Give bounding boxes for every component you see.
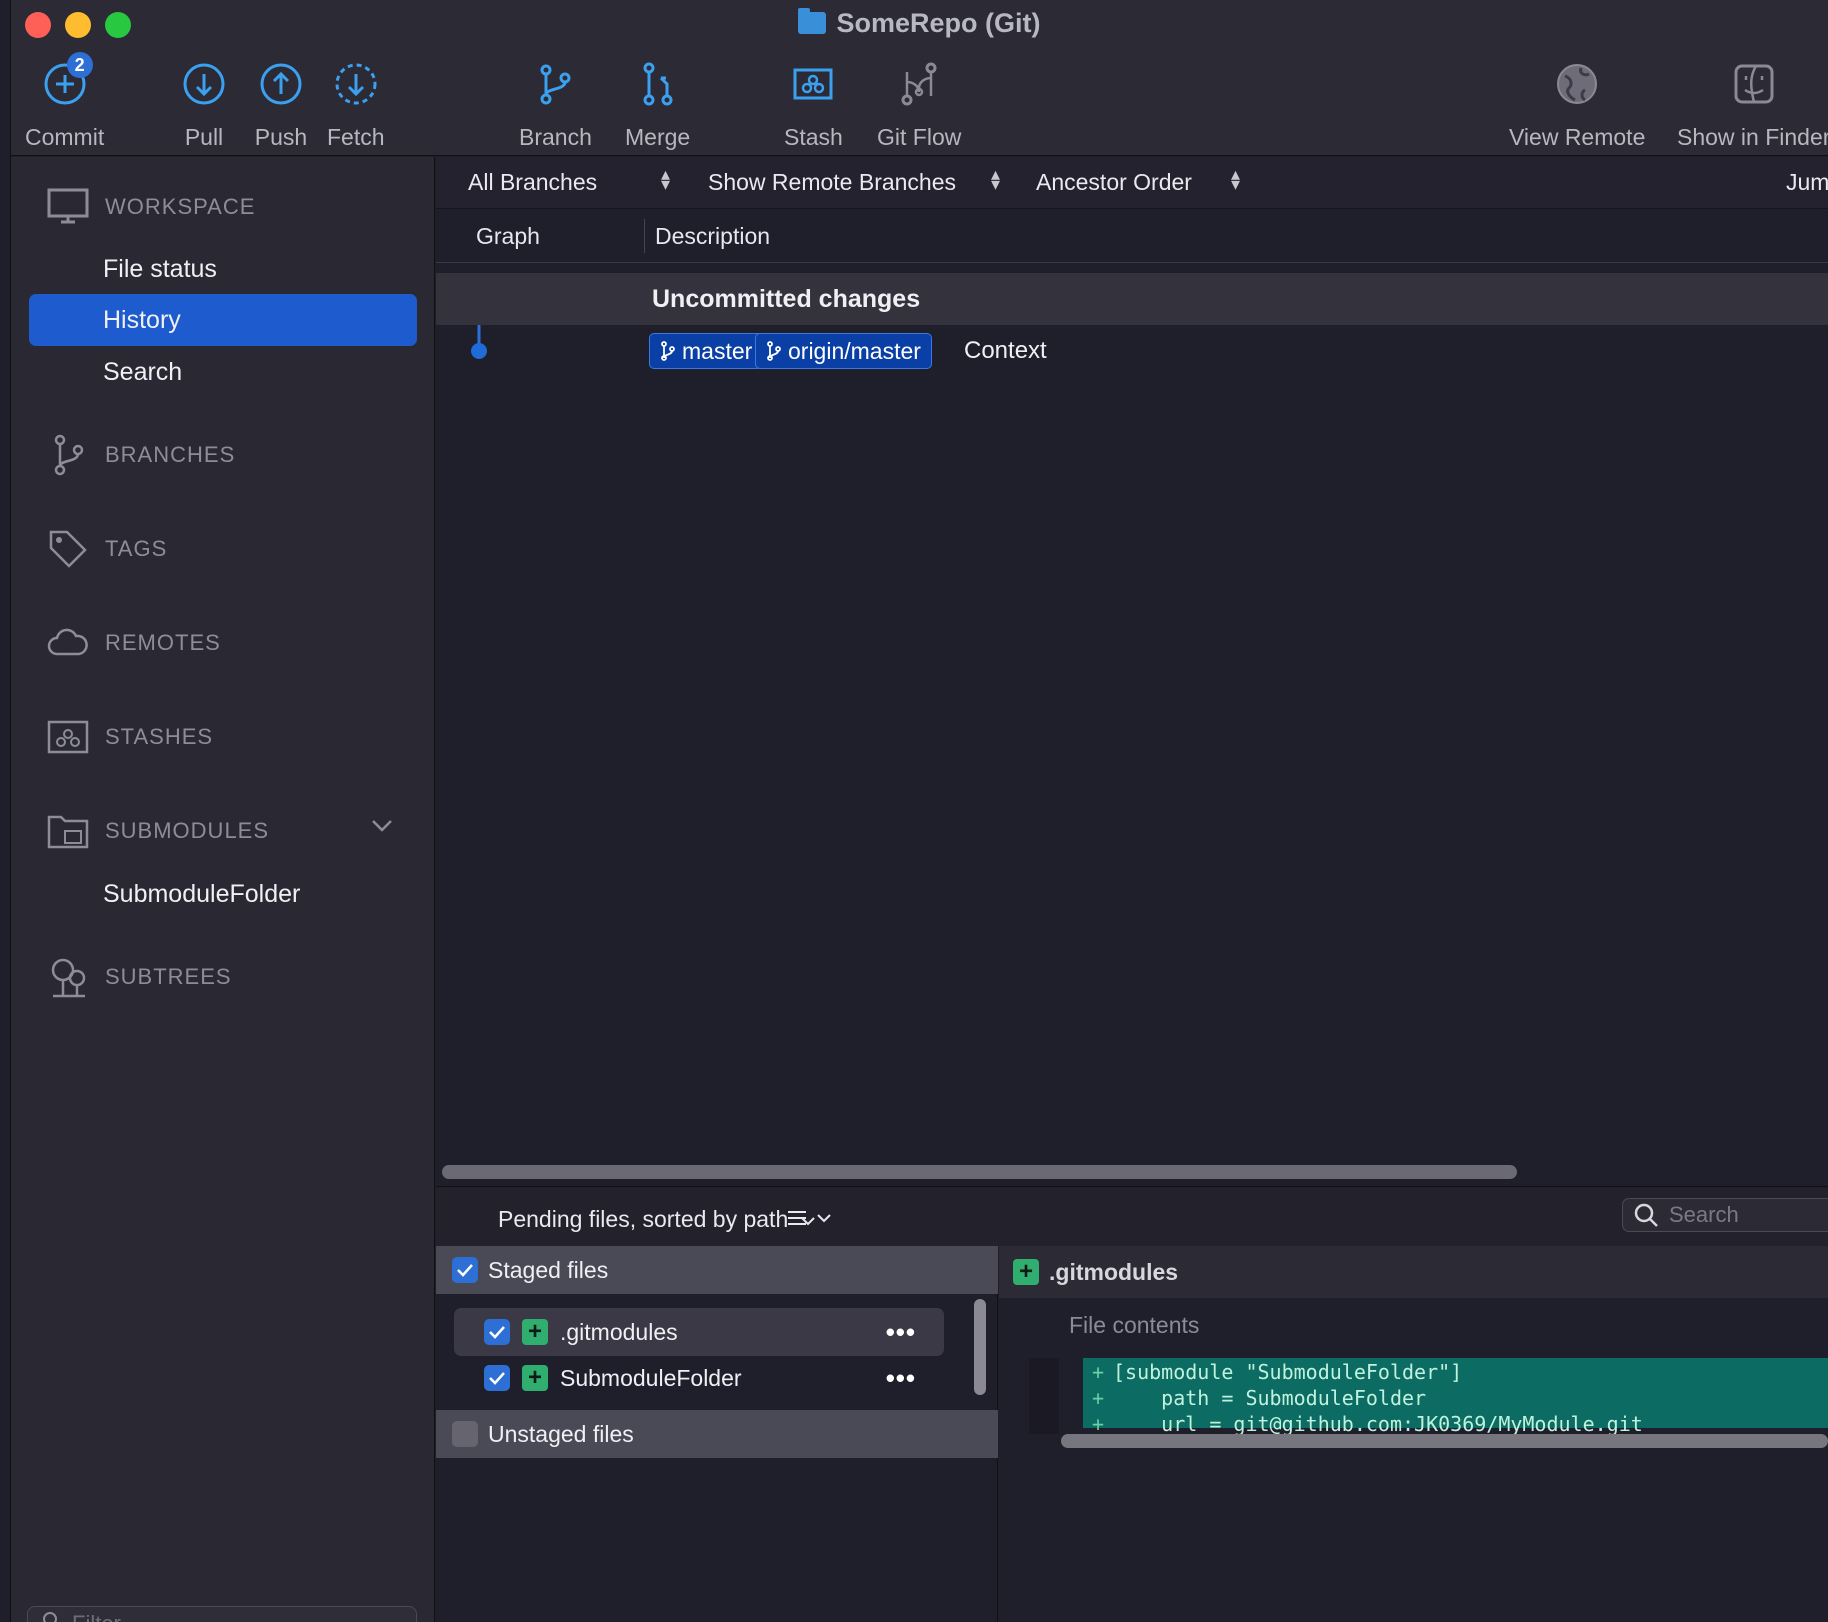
sidebar-filter-input[interactable]: Filter xyxy=(27,1606,417,1622)
more-options-icon[interactable]: ••• xyxy=(886,1363,916,1394)
diff-horizontal-scrollbar[interactable] xyxy=(1061,1434,1828,1448)
staged-file-row[interactable]: + SubmoduleFolder ••• xyxy=(454,1354,944,1402)
updown-chevron-icon: ▴ ▾ xyxy=(661,164,671,194)
commit-button[interactable]: 2 Commit xyxy=(25,52,104,151)
commit-message: Context xyxy=(964,337,1047,364)
unstaged-files-header[interactable]: Unstaged files xyxy=(436,1410,998,1458)
diff-code: + [submodule "SubmoduleFolder"] + path = … xyxy=(1083,1358,1828,1436)
git-flow-button[interactable]: Git Flow xyxy=(877,56,961,151)
uncommitted-changes-row[interactable]: Uncommitted changes xyxy=(436,273,1828,325)
file-checkbox[interactable] xyxy=(484,1319,510,1345)
section-stashes[interactable]: STASHES xyxy=(45,717,213,757)
pending-files-bar: Pending files, sorted by path Search xyxy=(436,1188,1828,1246)
diff-file-header: + .gitmodules xyxy=(999,1246,1828,1298)
merge-button[interactable]: Merge xyxy=(625,56,690,151)
branch-tag-master[interactable]: master xyxy=(649,333,764,369)
stash-icon xyxy=(45,717,91,757)
section-remotes[interactable]: REMOTES xyxy=(45,623,221,663)
toolbar: SomeRepo (Git) 2 Commit Pull Push Fetch … xyxy=(11,0,1828,156)
sidebar-item-search[interactable]: Search xyxy=(29,346,417,398)
subtree-icon xyxy=(45,957,91,998)
stash-button[interactable]: Stash xyxy=(784,56,843,151)
more-options-icon[interactable]: ••• xyxy=(886,1317,916,1348)
updown-chevron-icon: ▴ ▾ xyxy=(991,164,1001,194)
show-in-finder-button[interactable]: Show in Finder xyxy=(1677,56,1828,151)
unstaged-all-checkbox[interactable] xyxy=(452,1421,478,1447)
push-button[interactable]: Push xyxy=(253,56,309,151)
file-list-pane: Staged files + .gitmodules ••• + Submodu… xyxy=(436,1246,998,1622)
history-horizontal-scrollbar[interactable] xyxy=(442,1165,1517,1179)
branch-icon xyxy=(767,341,781,361)
branch-tag-origin-master[interactable]: origin/master xyxy=(755,333,932,369)
stash-icon xyxy=(785,56,841,112)
sidebar-item-file-status[interactable]: File status xyxy=(29,243,417,295)
branch-icon xyxy=(45,434,91,476)
commit-row[interactable]: master origin/master Context xyxy=(436,325,1828,377)
search-icon xyxy=(1634,1203,1658,1227)
staged-files-header[interactable]: Staged files xyxy=(436,1246,998,1294)
sidebar-item-history[interactable]: History xyxy=(29,294,417,346)
diff-line: + path = SubmoduleFolder xyxy=(1091,1386,1427,1410)
remote-branches-select[interactable]: Show Remote Branches xyxy=(708,169,956,196)
section-submodules[interactable]: SUBMODULES xyxy=(45,811,415,851)
column-divider[interactable] xyxy=(644,219,645,253)
file-search-input[interactable]: Search xyxy=(1622,1198,1828,1232)
git-flow-icon xyxy=(891,56,947,112)
description-column-header[interactable]: Description xyxy=(655,223,770,250)
tag-icon xyxy=(45,529,91,569)
history-filter-bar: All Branches ▴ ▾ Show Remote Branches ▴ ▾ … xyxy=(436,157,1828,209)
history-column-header: Graph Description xyxy=(436,209,1828,263)
branch-filter-select[interactable]: All Branches xyxy=(468,169,597,196)
staged-all-checkbox[interactable] xyxy=(452,1257,478,1283)
globe-icon xyxy=(1549,56,1605,112)
section-tags[interactable]: TAGS xyxy=(45,529,167,569)
added-file-icon: + xyxy=(522,1364,548,1391)
added-file-icon: + xyxy=(522,1318,548,1345)
jump-to-button[interactable]: Jump xyxy=(1786,169,1828,196)
diff-subtitle: File contents xyxy=(1069,1312,1200,1338)
branch-icon xyxy=(527,56,583,112)
diff-pane: + .gitmodules File contents + [submodule … xyxy=(999,1246,1828,1622)
file-list-scrollbar[interactable] xyxy=(974,1299,986,1395)
pull-icon xyxy=(176,56,232,112)
added-file-icon: + xyxy=(1013,1258,1039,1285)
finder-icon xyxy=(1726,56,1782,112)
pull-button[interactable]: Pull xyxy=(176,56,232,151)
list-view-menu[interactable] xyxy=(788,1210,836,1233)
graph-column-header[interactable]: Graph xyxy=(476,223,540,250)
merge-icon xyxy=(630,56,686,112)
section-subtrees[interactable]: SUBTREES xyxy=(45,957,232,998)
diff-line: + [submodule "SubmoduleFolder"] xyxy=(1091,1360,1463,1384)
section-workspace[interactable]: WORKSPACE xyxy=(45,187,255,227)
sort-menu[interactable]: Pending files, sorted by path xyxy=(498,1206,815,1233)
app-window: SomeRepo (Git) 2 Commit Pull Push Fetch … xyxy=(10,0,1828,1622)
window-title: SomeRepo (Git) xyxy=(11,8,1828,39)
fetch-icon xyxy=(328,56,384,112)
monitor-icon xyxy=(45,187,91,227)
folder-icon xyxy=(798,8,827,34)
push-icon xyxy=(253,56,309,112)
branch-icon xyxy=(661,341,675,361)
chevron-down-icon[interactable] xyxy=(371,813,393,839)
history-panel: All Branches ▴ ▾ Show Remote Branches ▴ ▾ … xyxy=(436,157,1828,1622)
diff-gutter xyxy=(1029,1358,1059,1434)
submodule-folder-icon xyxy=(45,811,91,851)
sidebar-item-submodule-folder[interactable]: SubmoduleFolder xyxy=(29,868,417,920)
updown-chevron-icon: ▴ ▾ xyxy=(1231,164,1241,194)
commit-icon: 2 xyxy=(37,52,93,112)
branch-button[interactable]: Branch xyxy=(519,56,592,151)
order-select[interactable]: Ancestor Order xyxy=(1036,169,1192,196)
commit-count-badge: 2 xyxy=(66,52,93,78)
fetch-button[interactable]: Fetch xyxy=(327,56,385,151)
section-branches[interactable]: BRANCHES xyxy=(45,434,235,476)
view-remote-button[interactable]: View Remote xyxy=(1509,56,1645,151)
search-icon xyxy=(42,1611,62,1622)
cloud-icon xyxy=(45,623,91,663)
staged-file-row[interactable]: + .gitmodules ••• xyxy=(454,1308,944,1356)
file-checkbox[interactable] xyxy=(484,1365,510,1391)
list-icon xyxy=(788,1211,831,1225)
sidebar: WORKSPACE File status History Search BRA… xyxy=(11,157,435,1622)
